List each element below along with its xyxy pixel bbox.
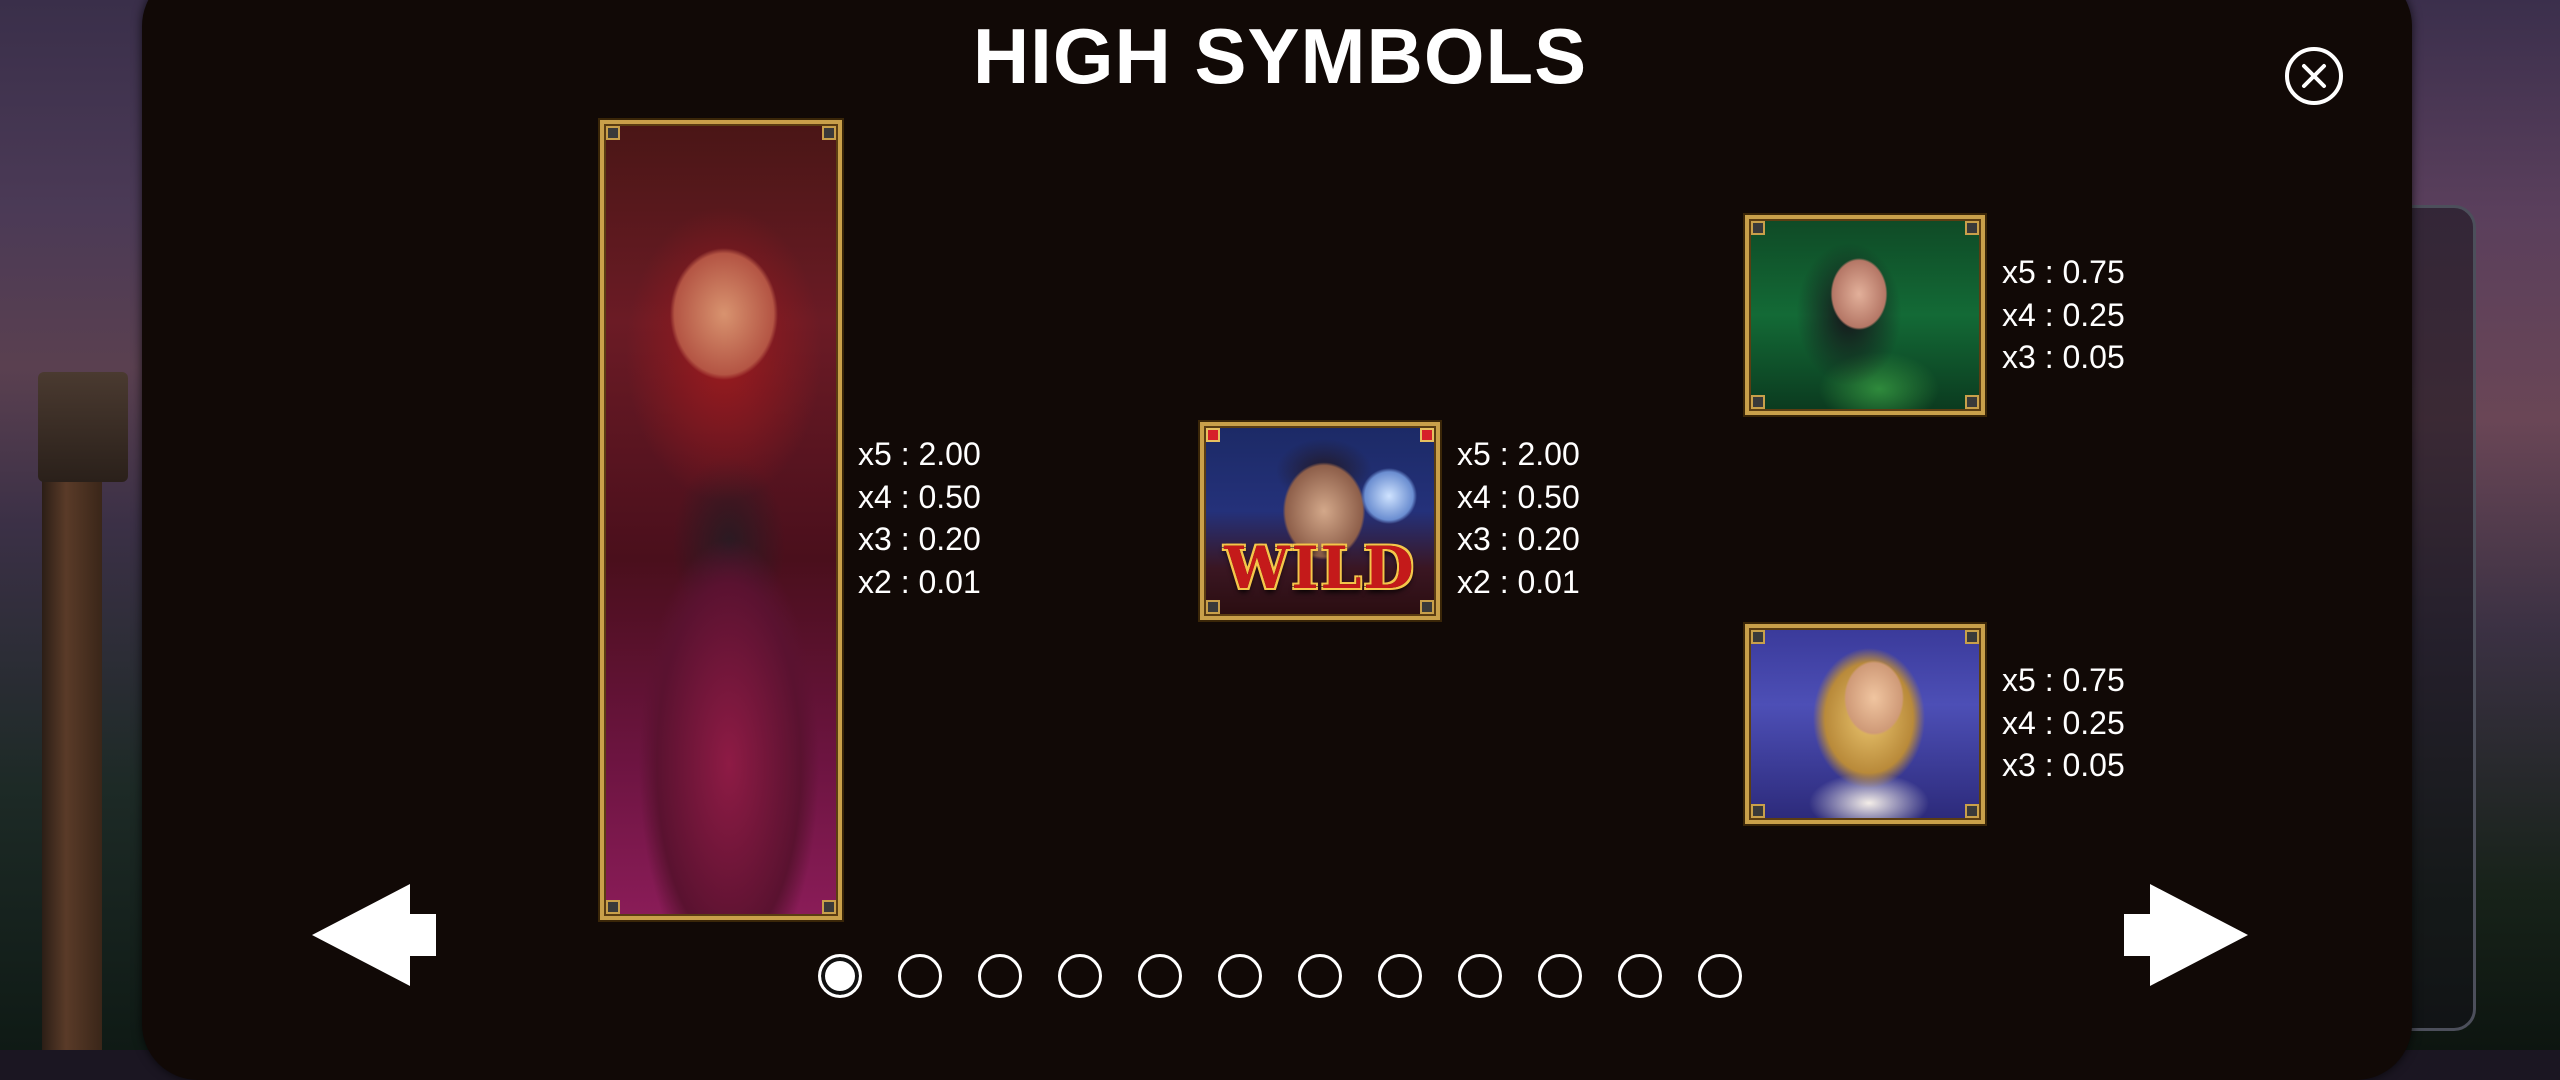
page-dot-5[interactable] bbox=[1138, 954, 1182, 998]
close-button[interactable] bbox=[2285, 47, 2343, 105]
card-corner bbox=[1420, 600, 1434, 614]
pay-line: x3 : 0.05 bbox=[2002, 747, 2125, 783]
page-dot-10[interactable] bbox=[1538, 954, 1582, 998]
card-corner bbox=[606, 126, 620, 140]
card-corner bbox=[1751, 395, 1765, 409]
page-dot-11[interactable] bbox=[1618, 954, 1662, 998]
arrow-right-icon bbox=[2124, 884, 2248, 986]
page-dot-4[interactable] bbox=[1058, 954, 1102, 998]
red-dress-lady-symbol bbox=[600, 120, 842, 920]
page-dot-6[interactable] bbox=[1218, 954, 1262, 998]
wooden-post-top bbox=[38, 372, 128, 482]
page-indicator bbox=[818, 954, 1742, 998]
card-corner bbox=[1965, 395, 1979, 409]
card-corner bbox=[1751, 630, 1765, 644]
pay-line: x3 : 0.20 bbox=[1457, 521, 1580, 557]
page-dot-9[interactable] bbox=[1458, 954, 1502, 998]
page-dot-2[interactable] bbox=[898, 954, 942, 998]
pay-line: x3 : 0.05 bbox=[2002, 339, 2125, 375]
page-title: HIGH SYMBOLS bbox=[972, 12, 1588, 100]
close-icon bbox=[2302, 64, 2326, 88]
card-corner bbox=[822, 126, 836, 140]
pay-line: x5 : 2.00 bbox=[1457, 436, 1580, 472]
wild-paytable: x5 : 2.00 x4 : 0.50 x3 : 0.20 x2 : 0.01 bbox=[1457, 433, 1580, 603]
page-dot-7[interactable] bbox=[1298, 954, 1342, 998]
arrow-left-icon bbox=[312, 884, 436, 986]
card-corner bbox=[1751, 221, 1765, 235]
ruby-corner bbox=[1206, 428, 1220, 442]
card-corner bbox=[822, 900, 836, 914]
blonde-lady-symbol bbox=[1745, 624, 1985, 824]
blonde-lady-paytable: x5 : 0.75 x4 : 0.25 x3 : 0.05 bbox=[2002, 659, 2125, 787]
pay-line: x5 : 0.75 bbox=[2002, 254, 2125, 290]
card-corner bbox=[1206, 600, 1220, 614]
pay-line: x4 : 0.50 bbox=[1457, 478, 1580, 515]
card-corner bbox=[1751, 804, 1765, 818]
red-lady-paytable: x5 : 2.00 x4 : 0.50 x3 : 0.20 x2 : 0.01 bbox=[858, 433, 981, 603]
ruby-corner bbox=[1420, 428, 1434, 442]
vampire-wild-symbol: WILD bbox=[1200, 422, 1440, 620]
pay-line: x4 : 0.50 bbox=[858, 478, 981, 515]
card-corner bbox=[606, 900, 620, 914]
page-dot-3[interactable] bbox=[978, 954, 1022, 998]
green-dress-lady-symbol bbox=[1745, 215, 1985, 415]
card-corner bbox=[1965, 630, 1979, 644]
page-dot-8[interactable] bbox=[1378, 954, 1422, 998]
pay-line: x2 : 0.01 bbox=[858, 563, 981, 600]
wild-label: WILD bbox=[1224, 534, 1416, 602]
pay-line: x4 : 0.25 bbox=[2002, 704, 2125, 741]
pay-line: x4 : 0.25 bbox=[2002, 296, 2125, 333]
next-page-button[interactable] bbox=[2124, 884, 2248, 990]
previous-page-button[interactable] bbox=[312, 884, 436, 990]
card-corner bbox=[1965, 804, 1979, 818]
pay-line: x5 : 2.00 bbox=[858, 436, 981, 472]
page-dot-1[interactable] bbox=[818, 954, 862, 998]
page-dot-12[interactable] bbox=[1698, 954, 1742, 998]
pay-line: x3 : 0.20 bbox=[858, 521, 981, 557]
pay-line: x5 : 0.75 bbox=[2002, 662, 2125, 698]
card-corner bbox=[1965, 221, 1979, 235]
green-lady-paytable: x5 : 0.75 x4 : 0.25 x3 : 0.05 bbox=[2002, 251, 2125, 379]
pay-line: x2 : 0.01 bbox=[1457, 563, 1580, 600]
